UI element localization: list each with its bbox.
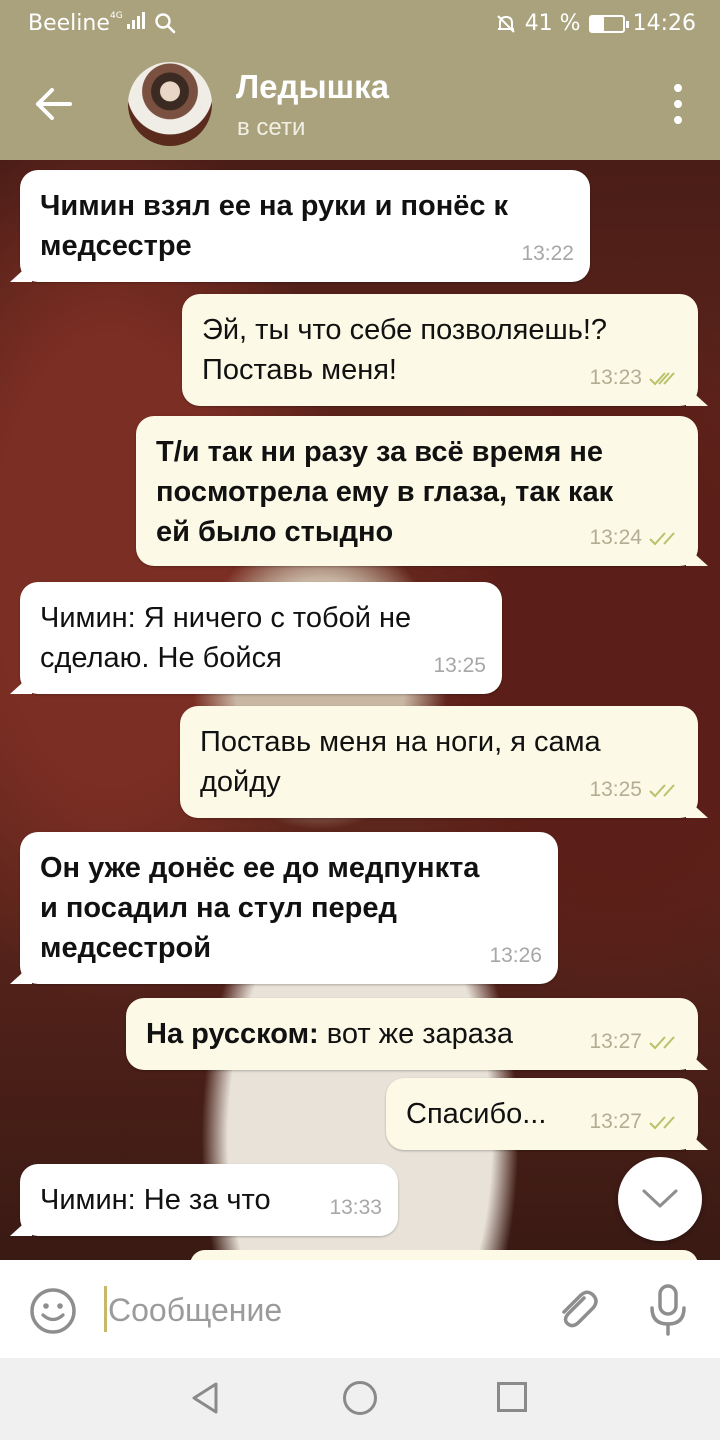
nav-back-button[interactable]: [188, 1380, 224, 1416]
contact-name[interactable]: Ледышка: [236, 68, 389, 106]
double-check-icon: [649, 784, 675, 798]
double-check-icon: [649, 1036, 675, 1050]
message-incoming[interactable]: Чимин: Не за что 13:33: [20, 1164, 398, 1236]
message-label: На русском:: [146, 1018, 319, 1050]
message-text: Эй, ты что себе позволяешь!?: [202, 314, 608, 346]
message-text: ей было стыдно: [156, 516, 394, 548]
message-time: 13:33: [329, 1196, 382, 1219]
double-check-icon: [649, 532, 675, 546]
message-outgoing[interactable]: Поставь меня на ноги, я сама дойду 13:25: [180, 706, 698, 818]
paperclip-icon: [562, 1290, 598, 1328]
message-text: сделаю. Не бойся: [40, 642, 282, 674]
search-status-icon: [155, 13, 176, 34]
more-vertical-icon: [674, 84, 682, 92]
message-input[interactable]: [108, 1288, 528, 1332]
contact-status: в сети: [237, 114, 306, 141]
message-incoming[interactable]: Он уже донёс ее до медпункта и посадил н…: [20, 832, 558, 984]
arrow-left-icon: [36, 88, 72, 120]
smiley-icon: [30, 1288, 76, 1334]
message-outgoing[interactable]: Эй, ты что себе позволяешь!? Поставь мен…: [182, 294, 698, 406]
double-check-icon: [649, 372, 675, 386]
message-outgoing[interactable]: На русском: вот же зараза 13:27: [126, 998, 698, 1070]
status-bar: Beeline 4G 41 % 14:26: [0, 0, 720, 48]
message-time: 13:26: [489, 944, 542, 967]
message-outgoing[interactable]: Спасибо... 13:27: [386, 1078, 698, 1150]
message-text: и посадил на стул перед: [40, 892, 397, 924]
battery-percent: 41 %: [524, 11, 581, 36]
emoji-button[interactable]: [28, 1286, 78, 1336]
message-time: 13:23: [589, 366, 642, 389]
message-time: 13:25: [589, 778, 642, 801]
attach-button[interactable]: [552, 1284, 602, 1334]
message-time: 13:27: [589, 1030, 642, 1053]
text-cursor: [104, 1286, 107, 1332]
message-text: дойду: [200, 766, 281, 798]
chevron-down-icon: [642, 1189, 678, 1208]
microphone-icon: [650, 1284, 686, 1336]
message-time: 13:25: [433, 654, 486, 677]
message-outgoing[interactable]: Т/и так ни разу за всё время не посмотре…: [136, 416, 698, 566]
message-outgoing-partial[interactable]: [190, 1250, 698, 1260]
message-text: медсестре: [40, 230, 192, 262]
scroll-down-button[interactable]: [618, 1157, 702, 1241]
message-text: Т/и так ни разу за всё время не: [156, 436, 604, 468]
avatar[interactable]: [128, 62, 212, 146]
message-text: медсестрой: [40, 932, 212, 964]
message-text: Спасибо...: [406, 1098, 547, 1130]
signal-icon: 4G: [110, 12, 145, 29]
message-text: Поставь меня на ноги, я сама: [200, 726, 601, 758]
more-options-button[interactable]: [666, 84, 690, 124]
nav-recents-button[interactable]: [497, 1382, 527, 1412]
message-text: Он уже донёс ее до медпункта: [40, 852, 480, 884]
message-time: 13:22: [521, 242, 574, 265]
network-type-label: 4G: [110, 11, 123, 21]
message-incoming[interactable]: Чимин: Я ничего с тобой не сделаю. Не бо…: [20, 582, 502, 694]
voice-record-button[interactable]: [646, 1282, 690, 1338]
message-text: вот же зараза: [318, 1018, 514, 1050]
battery-icon: [588, 14, 629, 33]
message-text: Поставь меня!: [202, 354, 397, 386]
back-button[interactable]: [22, 76, 86, 132]
message-time: 13:24: [589, 526, 642, 549]
message-time: 13:27: [589, 1110, 642, 1133]
system-navigation-bar: [0, 1358, 720, 1440]
message-text: Чимин: Я ничего с тобой не: [40, 602, 412, 634]
message-text: Чимин взял ее на руки и понёс к: [40, 190, 509, 222]
mute-bell-icon: [496, 14, 515, 33]
double-check-icon: [649, 1116, 675, 1130]
chat-header: Ледышка в сети: [0, 48, 720, 160]
message-text: Чимин: Не за что: [40, 1184, 271, 1216]
clock: 14:26: [632, 11, 696, 36]
message-incoming[interactable]: Чимин взял ее на руки и понёс к медсестр…: [20, 170, 590, 282]
nav-home-button[interactable]: [343, 1381, 377, 1415]
chat-area[interactable]: Чимин взял ее на руки и понёс к медсестр…: [0, 160, 720, 1260]
message-text: посмотрела ему в глаза, так как: [156, 476, 614, 508]
carrier-label: Beeline: [28, 11, 110, 36]
message-composer: [0, 1260, 720, 1358]
